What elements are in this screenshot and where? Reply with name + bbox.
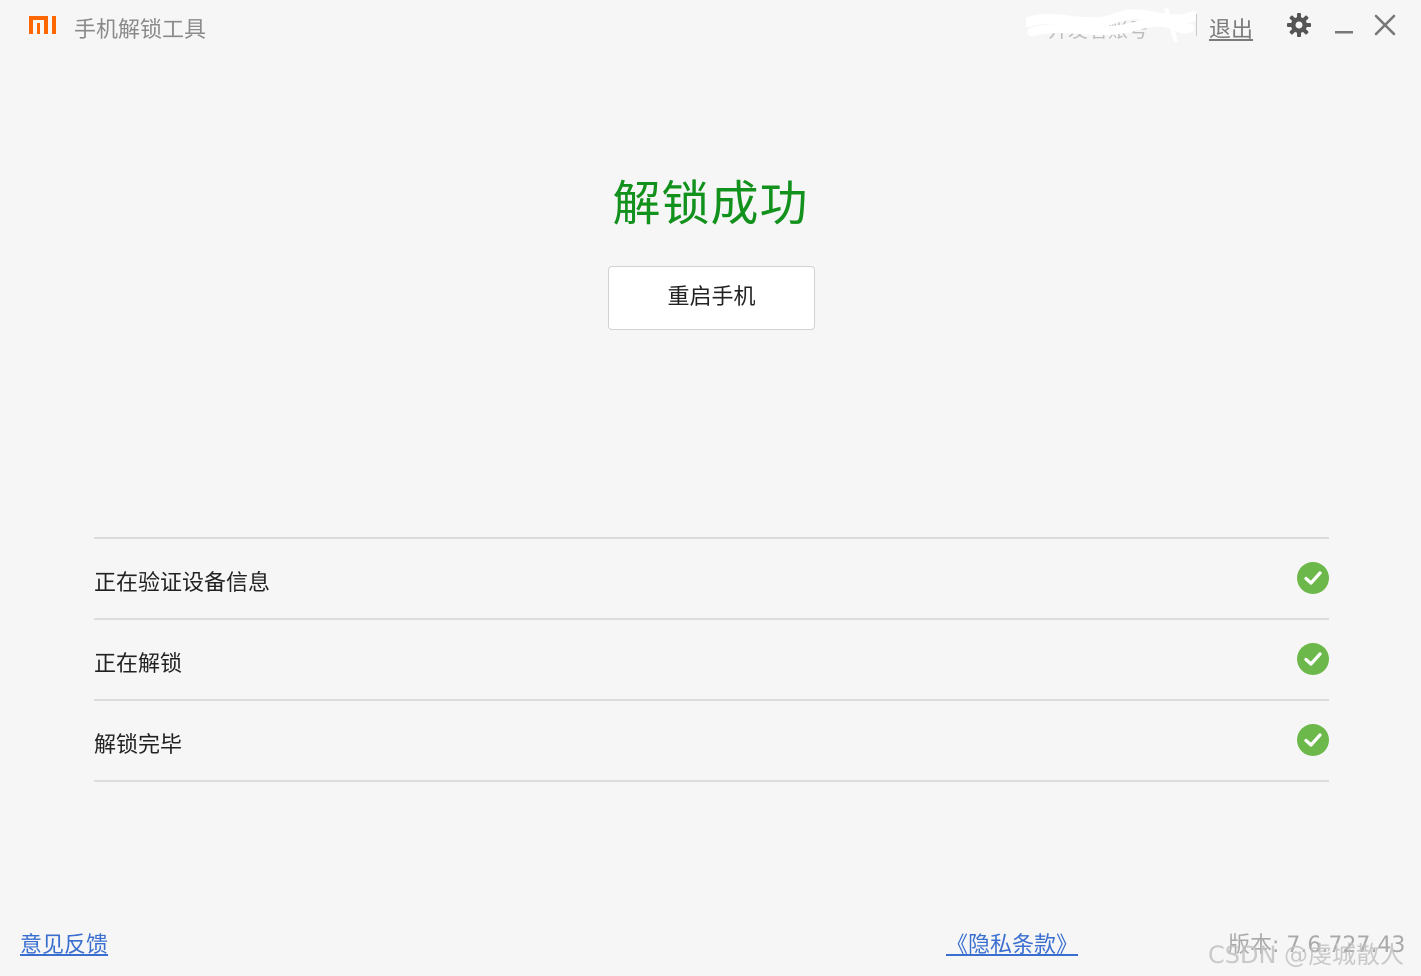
check-circle-icon (1297, 643, 1329, 675)
step-label: 正在解锁 (94, 652, 183, 677)
minimize-icon[interactable] (1330, 11, 1358, 39)
privacy-policy-link[interactable]: 《隐私条款》 (946, 927, 1078, 959)
step-label: 解锁完毕 (94, 733, 183, 758)
close-icon[interactable] (1371, 11, 1399, 39)
check-circle-icon (1297, 562, 1329, 594)
step-label: 正在验证设备信息 (94, 571, 271, 596)
title-bar: 手机解锁工具 开发者账号 退出 (0, 0, 1421, 52)
feedback-link[interactable]: 意见反馈 (20, 927, 108, 959)
logout-link[interactable]: 退出 (1209, 12, 1253, 44)
unlock-success-title: 解锁成功 (612, 176, 809, 232)
step-unlocking: 正在解锁 (94, 620, 1329, 701)
mi-logo (29, 16, 56, 34)
account-area[interactable]: 开发者账号 (1026, 8, 1196, 42)
check-circle-icon (1297, 724, 1329, 756)
unlock-steps-list: 正在验证设备信息 正在解锁 解锁完毕 (94, 537, 1329, 782)
app-title: 手机解锁工具 (74, 18, 207, 43)
account-redaction-scribble (1026, 8, 1196, 42)
gear-icon[interactable] (1285, 11, 1313, 39)
step-unlock-complete: 解锁完毕 (94, 701, 1329, 782)
header-divider (1196, 14, 1197, 36)
step-verify-device: 正在验证设备信息 (94, 539, 1329, 620)
csdn-watermark: CSDN @虔城散人 (1208, 941, 1405, 969)
restart-phone-button[interactable]: 重启手机 (608, 266, 815, 330)
